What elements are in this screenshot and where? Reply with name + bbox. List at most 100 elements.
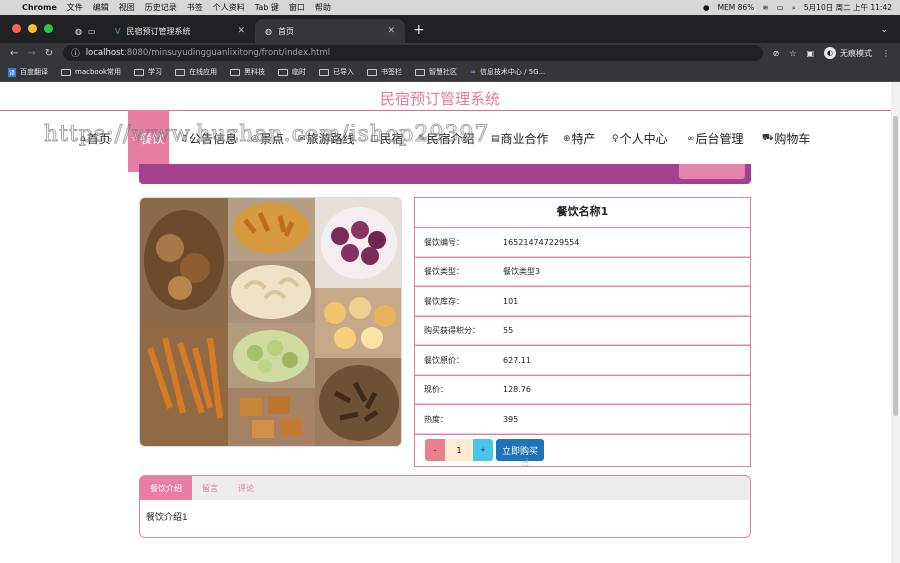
detail-value: 55	[503, 326, 514, 336]
tab-pinned[interactable]: ◍ ▭	[65, 19, 105, 43]
clock[interactable]: 5月10日 周二 上午 11:42	[804, 2, 892, 13]
nav-item-routes[interactable]: ✉ 旅游路线	[298, 130, 355, 147]
bookmark-label: 在线应用	[189, 68, 218, 76]
breadcrumb-bar	[139, 164, 751, 184]
app-name[interactable]: Chrome	[22, 3, 57, 12]
nav-item-specialties[interactable]: ⊕ 特产	[563, 130, 596, 147]
link-icon: ∞	[687, 133, 695, 144]
incognito-icon: ◐	[824, 47, 836, 59]
more-menu-icon[interactable]: ⋮	[882, 49, 890, 58]
bookmark-folder-bar[interactable]: 书签栏	[367, 67, 402, 77]
minimize-window-button[interactable]	[28, 24, 37, 33]
tab-messages[interactable]: 留言	[192, 476, 228, 500]
folder-icon	[175, 68, 186, 76]
detail-value: 395	[503, 414, 519, 424]
nav-label: 旅游路线	[306, 132, 355, 146]
menu-history[interactable]: 历史记录	[145, 2, 177, 13]
tab-home[interactable]: ◍ 首页 ✕	[255, 19, 405, 43]
bookmark-label: 书签栏	[381, 68, 403, 76]
bookmark-folder-study[interactable]: 学习	[134, 67, 162, 77]
sidebar-icon[interactable]: ▣	[806, 49, 814, 58]
bookmark-folder-temp[interactable]: 临时	[278, 67, 306, 77]
eye-off-icon[interactable]: ⊘	[773, 49, 780, 58]
detail-value: 627.11	[503, 355, 531, 365]
folder-icon	[319, 68, 330, 76]
address-bar-row: ← → ↻ ⓘ localhost:8080/minsuyudingguanli…	[0, 43, 900, 63]
nav-label: 民宿	[379, 132, 404, 146]
tab-search-chevron-icon[interactable]: ⌄	[880, 25, 900, 43]
nav-item-profile[interactable]: ♀ 个人中心	[612, 130, 668, 147]
home-icon: ⌂	[80, 133, 86, 144]
zoom-window-button[interactable]	[44, 24, 53, 33]
wifi-icon[interactable]: ≋	[762, 3, 768, 12]
detail-value: 101	[503, 296, 519, 306]
reload-icon[interactable]: ↻	[45, 48, 53, 59]
detail-row-id: 餐饮编号： 165214747229554	[415, 228, 750, 258]
bookmark-folder-online-apps[interactable]: 在线应用	[175, 67, 217, 77]
cart-icon: ⛟	[762, 133, 774, 143]
bookmark-label: 学习	[148, 68, 163, 76]
bookmark-star-icon[interactable]: ☆	[789, 49, 796, 58]
menu-edit[interactable]: 编辑	[93, 2, 109, 13]
food-collage	[140, 198, 401, 446]
menu-profile[interactable]: 个人资料	[213, 2, 245, 13]
nav-item-admin[interactable]: ∞ 后台管理	[687, 130, 744, 147]
bookmark-label: macbook常用	[75, 68, 122, 76]
menu-help[interactable]: 帮助	[315, 2, 331, 13]
quantity-increase-button[interactable]: +	[473, 439, 493, 461]
nav-item-homestay-intro[interactable]: ✎ 民宿介绍	[418, 130, 475, 147]
close-tab-icon[interactable]: ✕	[237, 26, 245, 36]
nav-label: 公告信息	[189, 132, 238, 146]
bell-icon: ♫	[180, 133, 189, 144]
menu-tab[interactable]: Tab 键	[255, 2, 279, 13]
bookmark-folder-imported[interactable]: 已导入	[319, 67, 354, 77]
nav-item-attractions[interactable]: ◎ 景点	[251, 130, 284, 147]
close-tab-icon[interactable]: ✕	[387, 26, 395, 36]
incognito-indicator[interactable]: ◐ 无痕模式	[824, 47, 872, 59]
tab-comments[interactable]: 评论	[228, 476, 264, 500]
forward-arrow-icon[interactable]: →	[27, 48, 35, 59]
tab-label: 民宿预订管理系统	[126, 26, 191, 36]
url-field[interactable]: ⓘ localhost:8080/minsuyudingguanlixitong…	[63, 45, 764, 61]
bookmark-folder-community[interactable]: 智慧社区	[415, 67, 457, 77]
battery-icon[interactable]: ▭	[777, 3, 784, 12]
route-icon: ✉	[298, 133, 306, 144]
quantity-input[interactable]	[445, 439, 473, 461]
menu-window[interactable]: 窗口	[289, 2, 305, 13]
breadcrumb-tab	[679, 164, 745, 179]
menu-bookmarks[interactable]: 书签	[187, 2, 203, 13]
scrollbar-thumb[interactable]	[893, 116, 898, 416]
page-scrollbar[interactable]	[891, 82, 900, 563]
nav-item-business[interactable]: ▤ 商业合作	[491, 130, 549, 147]
close-window-button[interactable]	[12, 24, 21, 33]
product-image[interactable]	[139, 197, 402, 447]
search-icon[interactable]: ⌕	[792, 3, 796, 13]
bookmark-it-center[interactable]: ≈ 信息技术中心 / 5G...	[470, 67, 545, 77]
folder-icon	[61, 68, 72, 76]
mem-indicator: MEM 86%	[717, 3, 755, 12]
menu-view[interactable]: 视图	[119, 2, 135, 13]
bookmark-baidu-translate[interactable]: 译百度翻译	[8, 67, 48, 77]
nav-item-notices[interactable]: ♫ 公告信息	[180, 130, 237, 147]
folder-icon	[415, 68, 426, 76]
tab-admin[interactable]: V 民宿预订管理系统 ✕	[105, 19, 255, 43]
globe-icon: ◍	[75, 26, 82, 36]
back-arrow-icon[interactable]: ←	[10, 48, 18, 59]
nav-label: 特产	[571, 132, 596, 146]
bookmark-folder-tech[interactable]: 黑科技	[230, 67, 265, 77]
detail-key: 餐饮类型：	[424, 267, 464, 277]
buy-now-button[interactable]: 立即购买	[496, 439, 545, 461]
nav-item-dining[interactable]: ☆ 餐饮	[131, 130, 164, 147]
tab-description[interactable]: 餐饮介绍	[140, 476, 192, 500]
info-icon[interactable]: ⓘ	[71, 47, 80, 59]
nav-item-homestay[interactable]: ▢ 民宿	[370, 130, 404, 147]
mic-icon[interactable]: ●	[703, 3, 710, 12]
detail-key: 购买获得积分：	[424, 326, 480, 336]
nav-item-home[interactable]: ⌂ 首页	[80, 130, 111, 147]
bookmark-folder-macbook[interactable]: macbook常用	[61, 67, 121, 77]
menu-file[interactable]: 文件	[67, 2, 83, 13]
tab-header: 餐饮介绍 留言 评论	[140, 476, 750, 500]
new-tab-button[interactable]: +	[405, 22, 435, 43]
nav-item-cart[interactable]: ⛟ 购物车	[762, 130, 810, 147]
quantity-decrease-button[interactable]: -	[425, 439, 445, 461]
